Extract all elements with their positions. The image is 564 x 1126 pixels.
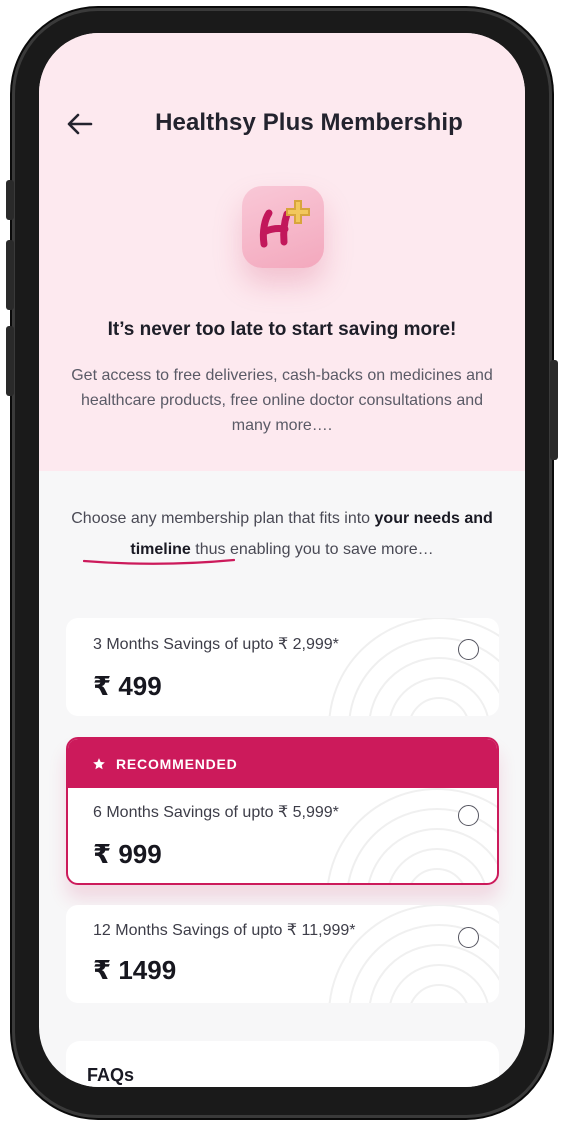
plan-label: 3 Months Savings of upto ₹ 2,999* [93, 636, 339, 653]
plan-intro-text: Choose any membership plan that fits int… [69, 503, 495, 565]
faq-title: FAQs [87, 1065, 135, 1085]
plan-card-3-months[interactable]: 3 Months Savings of upto ₹ 2,999* ₹ 499 [66, 618, 499, 716]
plan-radio-button[interactable] [458, 805, 479, 826]
hero-section: Healthsy Plus Membership It’s never too … [39, 33, 525, 471]
intro-text-before: Choose any membership plan that fits int… [71, 510, 375, 527]
volume-up-button [6, 240, 14, 310]
volume-down-button [6, 326, 14, 396]
plan-label: 12 Months Savings of upto ₹ 11,999* [93, 922, 356, 939]
card-background-pattern [328, 618, 499, 716]
arrow-left-icon [67, 113, 93, 135]
plan-radio-button[interactable] [458, 927, 479, 948]
hero-headline: It’s never too late to start saving more… [107, 319, 457, 340]
star-icon [93, 757, 105, 769]
page-title: Healthsy Plus Membership [155, 109, 463, 136]
plan-price: ₹ 999 [93, 839, 162, 869]
intro-text-after: thus enabling you to save more… [190, 541, 434, 558]
plan-radio-button[interactable] [458, 639, 479, 660]
recommended-badge: RECOMMENDED [116, 755, 238, 772]
plan-card-6-months[interactable]: RECOMMENDED 6 Months Savings of upto ₹ 5… [66, 737, 499, 885]
card-background-pattern [327, 788, 497, 883]
plan-label: 6 Months Savings of upto ₹ 5,999* [93, 804, 339, 821]
mute-switch [6, 180, 14, 220]
power-button [550, 360, 558, 460]
plan-card-12-months[interactable]: 12 Months Savings of upto ₹ 11,999* ₹ 14… [66, 905, 499, 1003]
faq-section: FAQs [66, 1041, 499, 1087]
highlight-underline [83, 558, 235, 565]
app-screen: Healthsy Plus Membership It’s never too … [39, 33, 525, 1087]
hero-description: Get access to free deliveries, cash-back… [71, 367, 493, 434]
plan-price: ₹ 499 [93, 671, 162, 701]
healthsy-plus-logo [242, 186, 324, 268]
back-button[interactable] [65, 109, 95, 139]
plan-price: ₹ 1499 [93, 955, 177, 985]
recommended-banner: RECOMMENDED [68, 739, 497, 788]
